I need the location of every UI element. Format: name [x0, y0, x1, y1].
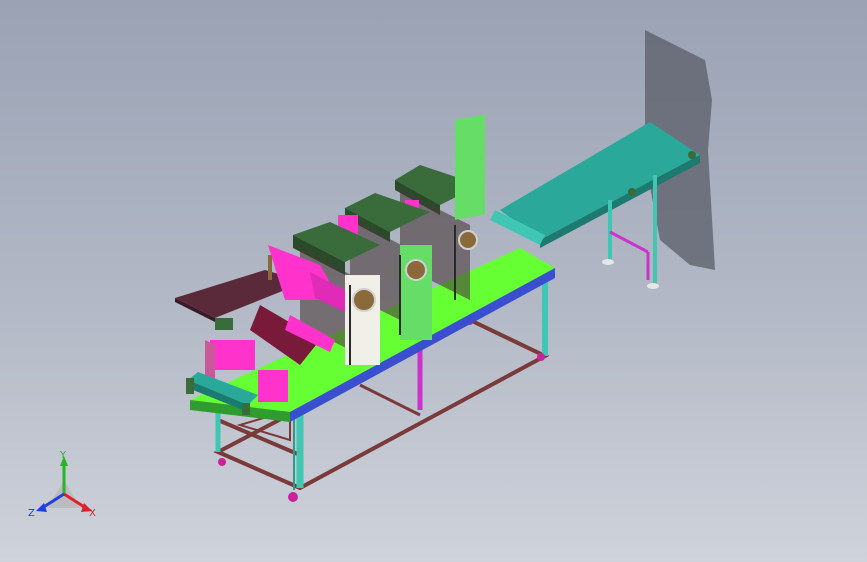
cad-viewport[interactable]: Y X Z: [0, 0, 867, 562]
triad-x-label: X: [89, 508, 96, 519]
triad-z-label: Z: [28, 508, 35, 519]
triad-y-label: Y: [59, 450, 67, 461]
orientation-triad[interactable]: Y X Z: [28, 450, 96, 519]
model-canvas[interactable]: Y X Z: [0, 0, 867, 562]
